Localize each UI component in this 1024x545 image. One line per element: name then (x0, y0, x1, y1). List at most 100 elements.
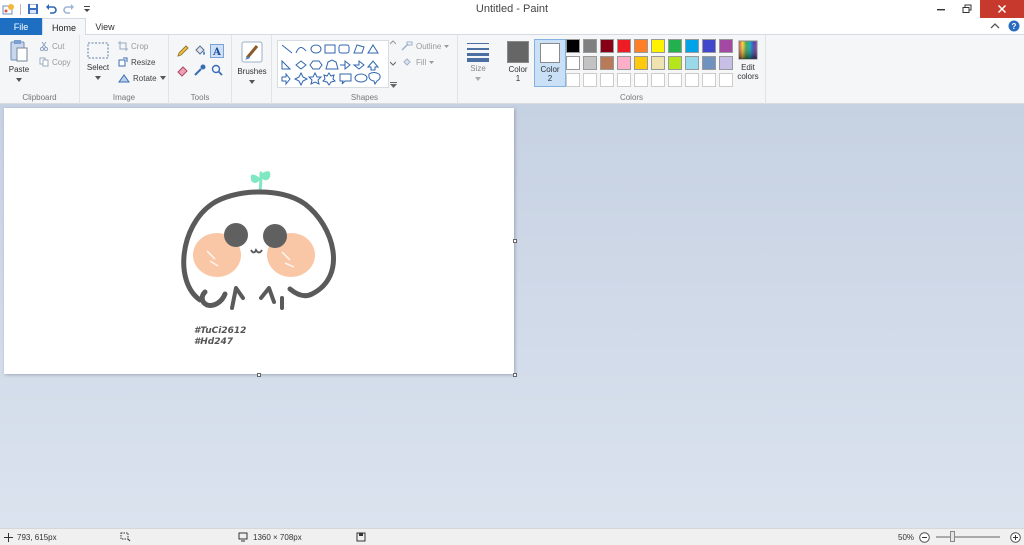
shapes-gallery-scroll[interactable] (389, 40, 397, 88)
rotate-button[interactable]: Rotate (118, 73, 166, 83)
palette-swatch[interactable] (719, 39, 733, 53)
shapes-gallery[interactable] (277, 40, 389, 88)
canvas-resize-handle-corner[interactable] (513, 373, 517, 377)
paste-icon (10, 40, 28, 62)
edit-colors-button[interactable]: Edit colors (732, 39, 764, 87)
palette-swatch[interactable] (668, 39, 682, 53)
canvas-resize-handle-bottom[interactable] (257, 373, 261, 377)
collapse-ribbon-icon[interactable] (990, 22, 1000, 30)
drawing-canvas[interactable]: #TuCi2612 #Hd247 (4, 108, 514, 374)
brushes-button[interactable]: Brushes (235, 39, 269, 86)
resize-button[interactable]: Resize (118, 57, 155, 67)
canvas-resize-handle-right[interactable] (513, 239, 517, 243)
close-button[interactable] (980, 0, 1024, 18)
color1-label: Color (508, 65, 528, 74)
restore-icon (962, 4, 972, 13)
palette-swatch[interactable] (583, 56, 597, 70)
custom-color-slot[interactable] (583, 73, 597, 87)
palette-swatch[interactable] (719, 56, 733, 70)
paste-dropdown-icon[interactable] (16, 78, 22, 82)
palette-swatch[interactable] (634, 39, 648, 53)
title-bar: Untitled - Paint (0, 0, 1024, 18)
palette-swatch[interactable] (651, 56, 665, 70)
fill-icon (403, 58, 411, 66)
fill-label: Fill (416, 57, 427, 67)
outline-button[interactable]: Outline (401, 41, 450, 51)
zoom-slider-thumb[interactable] (950, 531, 955, 542)
paste-button[interactable]: Paste (5, 39, 33, 84)
copy-label: Copy (52, 57, 71, 67)
scroll-down-icon[interactable] (390, 61, 396, 66)
gallery-expand-icon[interactable] (389, 82, 397, 88)
palette-swatch[interactable] (702, 39, 716, 53)
zoom-in-button[interactable] (1010, 529, 1021, 545)
tools-group-label: Tools (190, 93, 210, 102)
copy-button[interactable]: Copy (39, 57, 71, 67)
tab-home[interactable]: Home (42, 18, 86, 36)
color1-button[interactable]: Color 1 (502, 39, 534, 87)
custom-color-slot[interactable] (668, 73, 682, 87)
pencil-icon[interactable] (176, 44, 190, 58)
custom-color-slot[interactable] (651, 73, 665, 87)
palette-swatch[interactable] (702, 56, 716, 70)
brushes-dropdown-icon (249, 80, 255, 84)
zoom-slider-track[interactable] (936, 536, 1000, 538)
tab-file[interactable]: File (0, 18, 42, 35)
custom-color-slot[interactable] (685, 73, 699, 87)
edit-colors-icon (738, 40, 758, 60)
tab-view[interactable]: View (88, 18, 122, 35)
magnifier-icon[interactable] (210, 63, 224, 77)
palette-swatch[interactable] (617, 39, 631, 53)
restore-button[interactable] (954, 0, 980, 18)
canvas-workspace[interactable]: #TuCi2612 #Hd247 (0, 104, 1024, 528)
palette-swatch[interactable] (617, 56, 631, 70)
edit-colors-label: Edit (741, 63, 755, 72)
size-dropdown-icon (475, 77, 481, 81)
palette-swatch[interactable] (685, 56, 699, 70)
cursor-position: 793, 615px (4, 529, 57, 545)
zoom-out-button[interactable] (919, 529, 930, 545)
canvas-text-tag-1: #TuCi2612 (194, 326, 247, 336)
colors-group-label: Colors (619, 93, 644, 102)
outline-dropdown-icon (444, 44, 450, 48)
palette-swatch[interactable] (583, 39, 597, 53)
custom-color-slot[interactable] (617, 73, 631, 87)
color-picker-icon[interactable] (193, 63, 207, 77)
fill-bucket-icon[interactable] (193, 44, 207, 58)
color2-button[interactable]: Color 2 (534, 39, 566, 87)
drawing-artwork (181, 171, 336, 310)
size-button[interactable]: Size (463, 40, 493, 83)
rotate-label: Rotate (133, 73, 157, 83)
crop-button[interactable]: Crop (118, 41, 148, 51)
eraser-icon[interactable] (176, 63, 190, 77)
custom-color-slot[interactable] (566, 73, 580, 87)
custom-color-slot[interactable] (600, 73, 614, 87)
select-rectangle-icon (87, 42, 109, 59)
fill-button[interactable]: Fill (401, 57, 435, 67)
scroll-up-icon[interactable] (390, 40, 396, 45)
palette-swatch[interactable] (600, 39, 614, 53)
select-dropdown-icon[interactable] (95, 76, 101, 80)
palette-swatch[interactable] (566, 56, 580, 70)
ribbon: Paste Cut Copy Clipboard Select Crop Res… (0, 35, 1024, 104)
palette-swatch[interactable] (566, 39, 580, 53)
text-tool-button[interactable]: A (210, 44, 224, 58)
select-button[interactable]: Select (85, 41, 111, 82)
palette-swatch[interactable] (685, 39, 699, 53)
custom-color-slot[interactable] (702, 73, 716, 87)
palette-swatch[interactable] (600, 56, 614, 70)
custom-color-slot[interactable] (634, 73, 648, 87)
fill-dropdown-icon (429, 60, 435, 64)
paste-label: Paste (8, 65, 30, 74)
size-label: Size (470, 64, 486, 73)
cut-button[interactable]: Cut (39, 41, 64, 51)
size-group: Size (458, 35, 498, 104)
custom-color-slot[interactable] (719, 73, 733, 87)
minimize-button[interactable] (928, 0, 954, 18)
palette-swatch[interactable] (651, 39, 665, 53)
palette-swatch[interactable] (668, 56, 682, 70)
file-size (356, 529, 366, 545)
palette-swatch[interactable] (634, 56, 648, 70)
cursor-position-value: 793, 615px (17, 532, 57, 542)
help-icon[interactable]: ? (1008, 20, 1020, 32)
